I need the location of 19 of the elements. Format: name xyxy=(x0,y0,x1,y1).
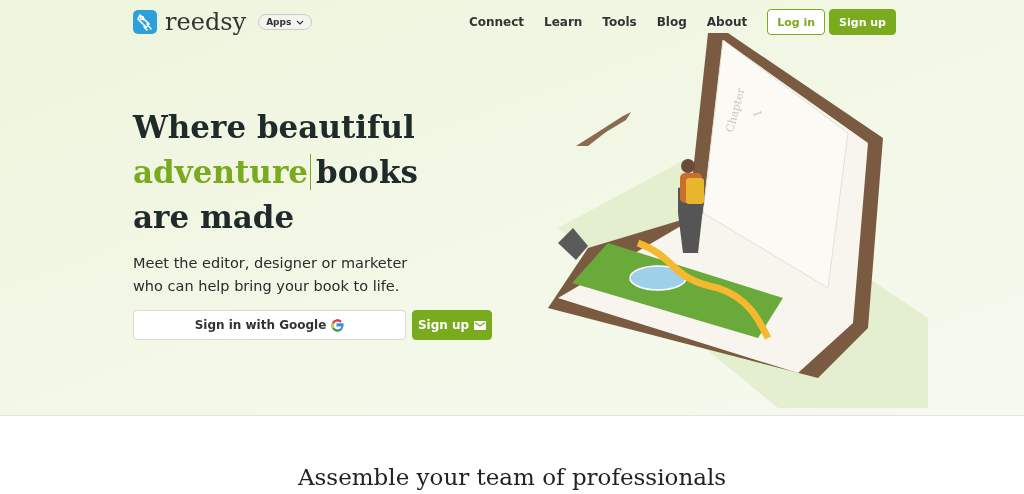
highlighted-word: adventure xyxy=(133,154,311,190)
headline-text: Where beautiful xyxy=(133,109,415,145)
section-heading: Assemble your team of professionals xyxy=(297,464,727,490)
chevron-icon xyxy=(296,19,305,25)
hero-subtitle: Meet the editor, designer or marketer who can help bring your book to life. xyxy=(133,254,409,296)
nav-link[interactable]: Tools xyxy=(602,15,637,29)
headline-text: books xyxy=(315,154,418,190)
google-icon xyxy=(331,318,345,332)
logo-icon[interactable] xyxy=(133,10,157,34)
envelope-icon xyxy=(474,320,487,330)
page-heading: Chapter xyxy=(723,86,748,134)
headline-text: are made xyxy=(133,199,295,235)
nav-link[interactable]: Learn xyxy=(544,15,583,29)
apps-dropdown[interactable]: Apps xyxy=(258,14,313,30)
nav-link[interactable]: Connect xyxy=(468,15,524,29)
nav-link[interactable]: Blog xyxy=(656,15,687,29)
nav-link[interactable]: About xyxy=(706,15,748,29)
google-signin-button[interactable]: Sign in with Google xyxy=(133,310,406,340)
brand-name[interactable]: reedsy xyxy=(165,9,247,35)
